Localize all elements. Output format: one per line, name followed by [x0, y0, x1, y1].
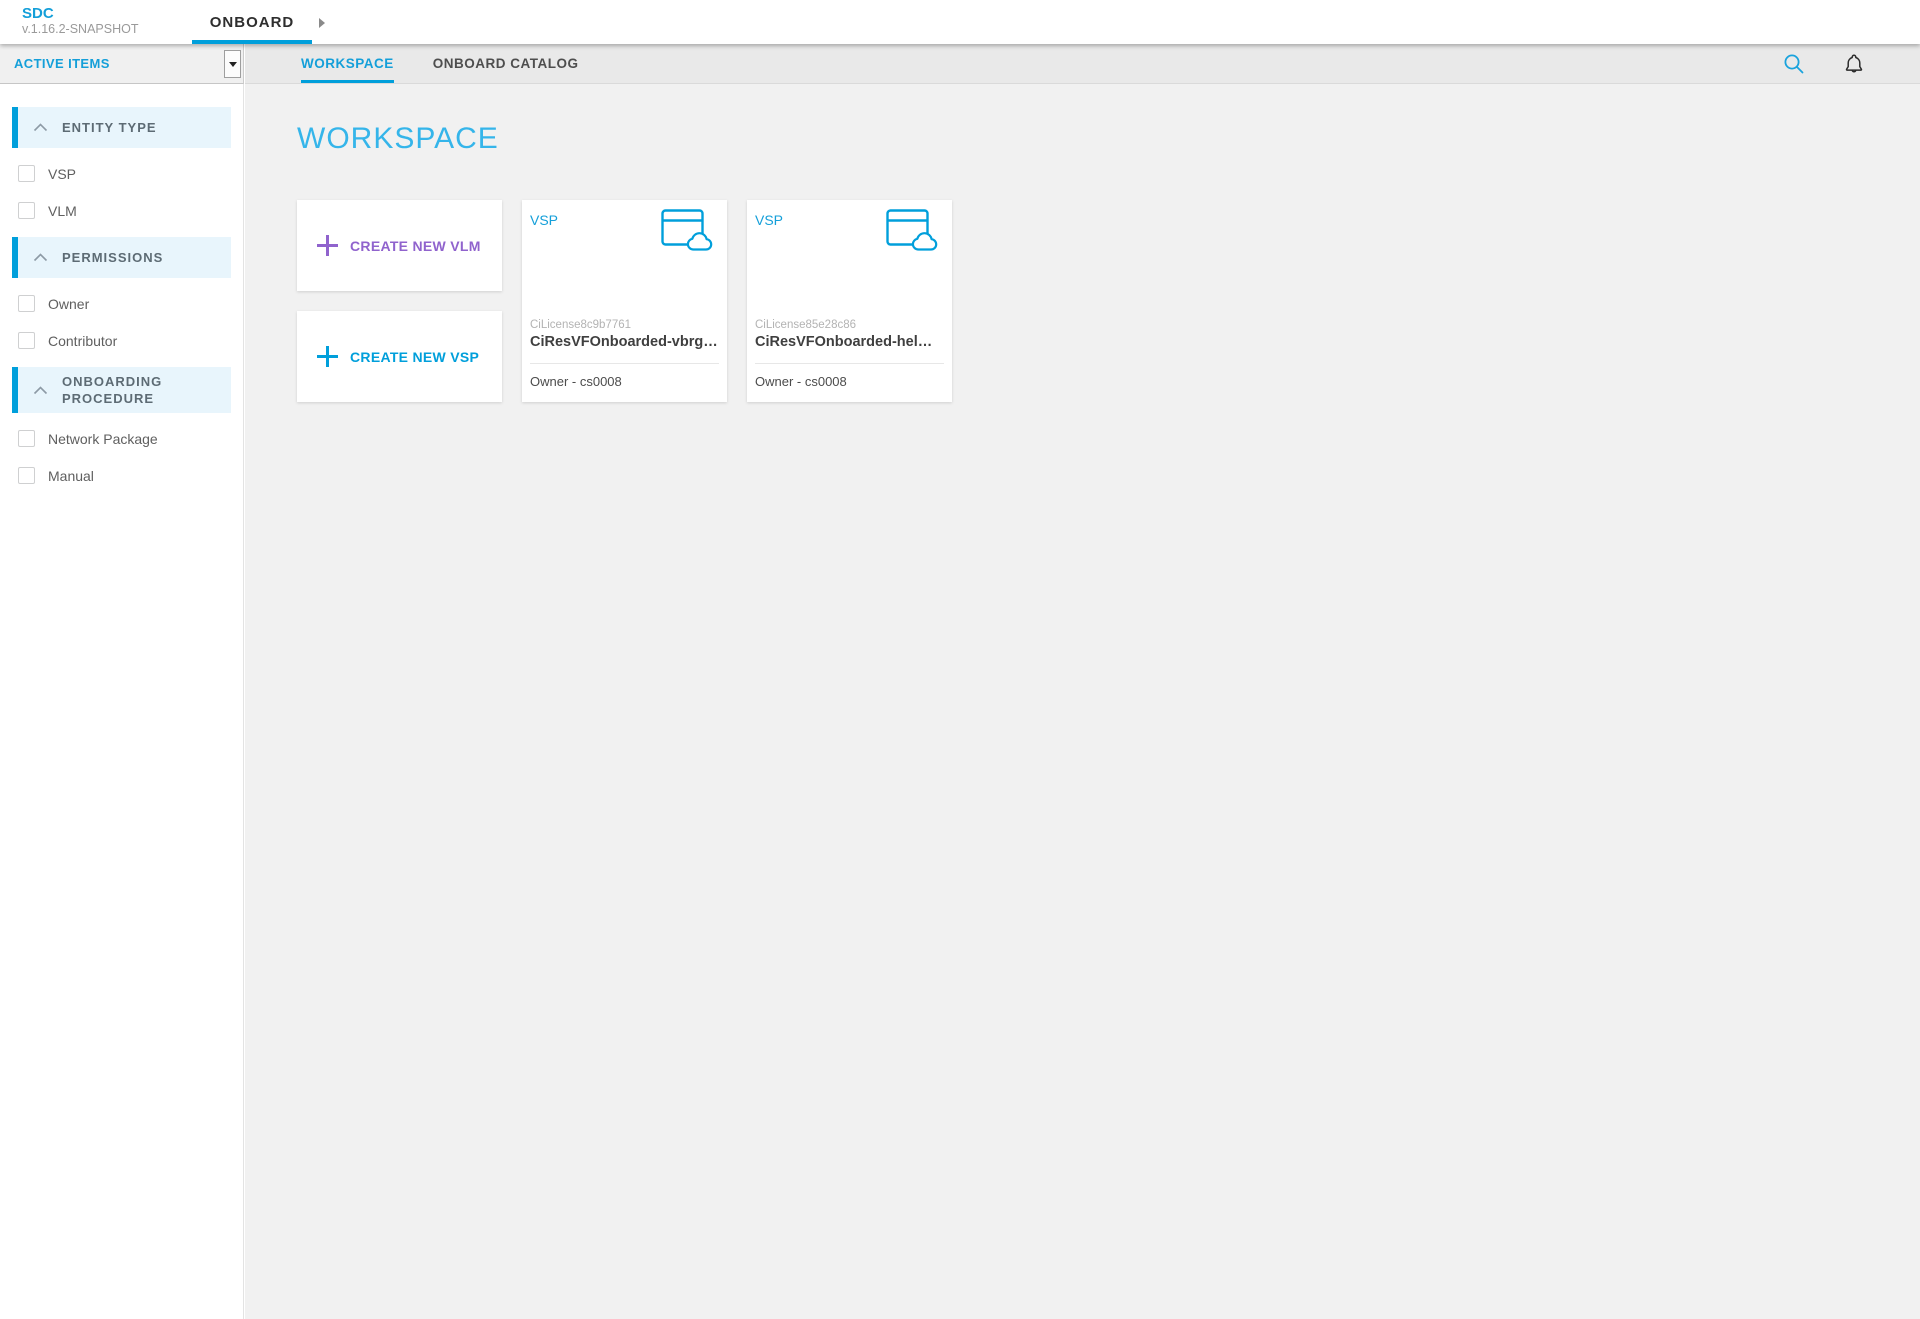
filter-label: Contributor: [48, 333, 117, 349]
card-info: CiLicense85e28c86 CiResVFOnboarded-hel… …: [747, 318, 952, 402]
app-name: SDC: [22, 6, 138, 22]
vsp-card-1[interactable]: VSP CiLicense8c9b7761 CiResVFOnboarded-v…: [522, 200, 727, 402]
owner-checkbox[interactable]: [18, 295, 35, 312]
top-header: SDC v.1.16.2-SNAPSHOT ONBOARD: [0, 0, 1920, 44]
card-license: CiLicense8c9b7761: [530, 318, 719, 332]
contributor-checkbox[interactable]: [18, 332, 35, 349]
card-license: CiLicense85e28c86: [755, 318, 944, 332]
vsp-card-2[interactable]: VSP CiLicense85e28c86 CiResVFOnboarded-h…: [747, 200, 952, 402]
card-name: CiResVFOnboarded-vbrg…: [530, 333, 719, 352]
chevron-up-icon: [18, 123, 62, 132]
top-tab-onboard[interactable]: ONBOARD: [192, 0, 312, 44]
vlm-checkbox[interactable]: [18, 202, 35, 219]
filter-label: Network Package: [48, 431, 158, 447]
filter-section-permissions[interactable]: PERMISSIONS: [12, 237, 231, 278]
filter-item-vlm[interactable]: VLM: [18, 202, 243, 219]
subbar-icons: [1720, 44, 1920, 84]
tab-onboard-catalog-label: ONBOARD CATALOG: [433, 56, 579, 71]
create-new-vlm-label: CREATE NEW VLM: [350, 238, 481, 254]
card-info: CiLicense8c9b7761 CiResVFOnboarded-vbrg……: [522, 318, 727, 402]
card-type-label: VSP: [755, 212, 783, 228]
vsp-checkbox[interactable]: [18, 165, 35, 182]
app-logo: SDC v.1.16.2-SNAPSHOT: [22, 6, 138, 37]
filter-item-owner[interactable]: Owner: [18, 295, 243, 312]
create-new-vsp-label: CREATE NEW VSP: [350, 349, 479, 365]
active-items-label: ACTIVE ITEMS: [14, 56, 110, 71]
vsp-cloud-icon: [886, 209, 938, 251]
active-tab-underline: [192, 40, 312, 44]
filter-item-contributor[interactable]: Contributor: [18, 332, 243, 349]
filter-item-vsp[interactable]: VSP: [18, 165, 243, 182]
filter-item-network-package[interactable]: Network Package: [18, 430, 243, 447]
tab-workspace-underline: [301, 80, 394, 83]
workspace-main: WORKSPACE CREATE NEW VLM CREATE NEW VSP: [245, 84, 1920, 1319]
create-buttons-column: CREATE NEW VLM CREATE NEW VSP: [297, 200, 502, 402]
caret-right-icon[interactable]: [317, 16, 327, 30]
filter-label: Owner: [48, 296, 89, 312]
app-version: v.1.16.2-SNAPSHOT: [22, 22, 138, 37]
plus-icon: [317, 235, 338, 256]
filter-label: VLM: [48, 203, 77, 219]
tab-workspace-label: WORKSPACE: [301, 56, 394, 71]
manual-checkbox[interactable]: [18, 467, 35, 484]
filter-section-title: ENTITY TYPE: [62, 119, 157, 136]
tab-onboard-catalog[interactable]: ONBOARD CATALOG: [433, 44, 579, 83]
bell-icon[interactable]: [1842, 52, 1866, 76]
network-package-checkbox[interactable]: [18, 430, 35, 447]
dropdown-caret-icon[interactable]: [224, 50, 241, 78]
sub-bar: ACTIVE ITEMS WORKSPACE ONBOARD CATALOG: [0, 44, 1920, 84]
filter-section-entity-type[interactable]: ENTITY TYPE: [12, 107, 231, 148]
tab-workspace[interactable]: WORKSPACE: [301, 44, 394, 83]
chevron-up-icon: [18, 253, 62, 262]
card-name: CiResVFOnboarded-hel…: [755, 333, 944, 352]
card-owner: Owner - cs0008: [530, 364, 719, 402]
active-items-dropdown[interactable]: ACTIVE ITEMS: [0, 44, 244, 84]
tab-bar: WORKSPACE ONBOARD CATALOG: [245, 44, 1920, 84]
create-new-vsp-button[interactable]: CREATE NEW VSP: [297, 311, 502, 402]
chevron-up-icon: [18, 386, 62, 395]
plus-icon: [317, 346, 338, 367]
filter-item-manual[interactable]: Manual: [18, 467, 243, 484]
filter-section-onboarding-procedure[interactable]: ONBOARDING PROCEDURE: [12, 367, 231, 413]
search-icon[interactable]: [1782, 52, 1806, 76]
filter-section-title: PERMISSIONS: [62, 249, 163, 266]
filters-sidebar: ENTITY TYPE VSP VLM PERMISSIONS Owner Co…: [0, 84, 244, 1319]
card-owner: Owner - cs0008: [755, 364, 944, 402]
vsp-cloud-icon: [661, 209, 713, 251]
filter-label: VSP: [48, 166, 76, 182]
page-title: WORKSPACE: [297, 122, 1920, 156]
filter-section-title: ONBOARDING PROCEDURE: [62, 373, 212, 407]
cards-area: CREATE NEW VLM CREATE NEW VSP VSP: [297, 200, 1920, 402]
create-new-vlm-button[interactable]: CREATE NEW VLM: [297, 200, 502, 291]
tabs: WORKSPACE ONBOARD CATALOG: [301, 44, 618, 83]
filter-label: Manual: [48, 468, 94, 484]
card-type-label: VSP: [530, 212, 558, 228]
top-tab-onboard-label: ONBOARD: [210, 14, 295, 31]
